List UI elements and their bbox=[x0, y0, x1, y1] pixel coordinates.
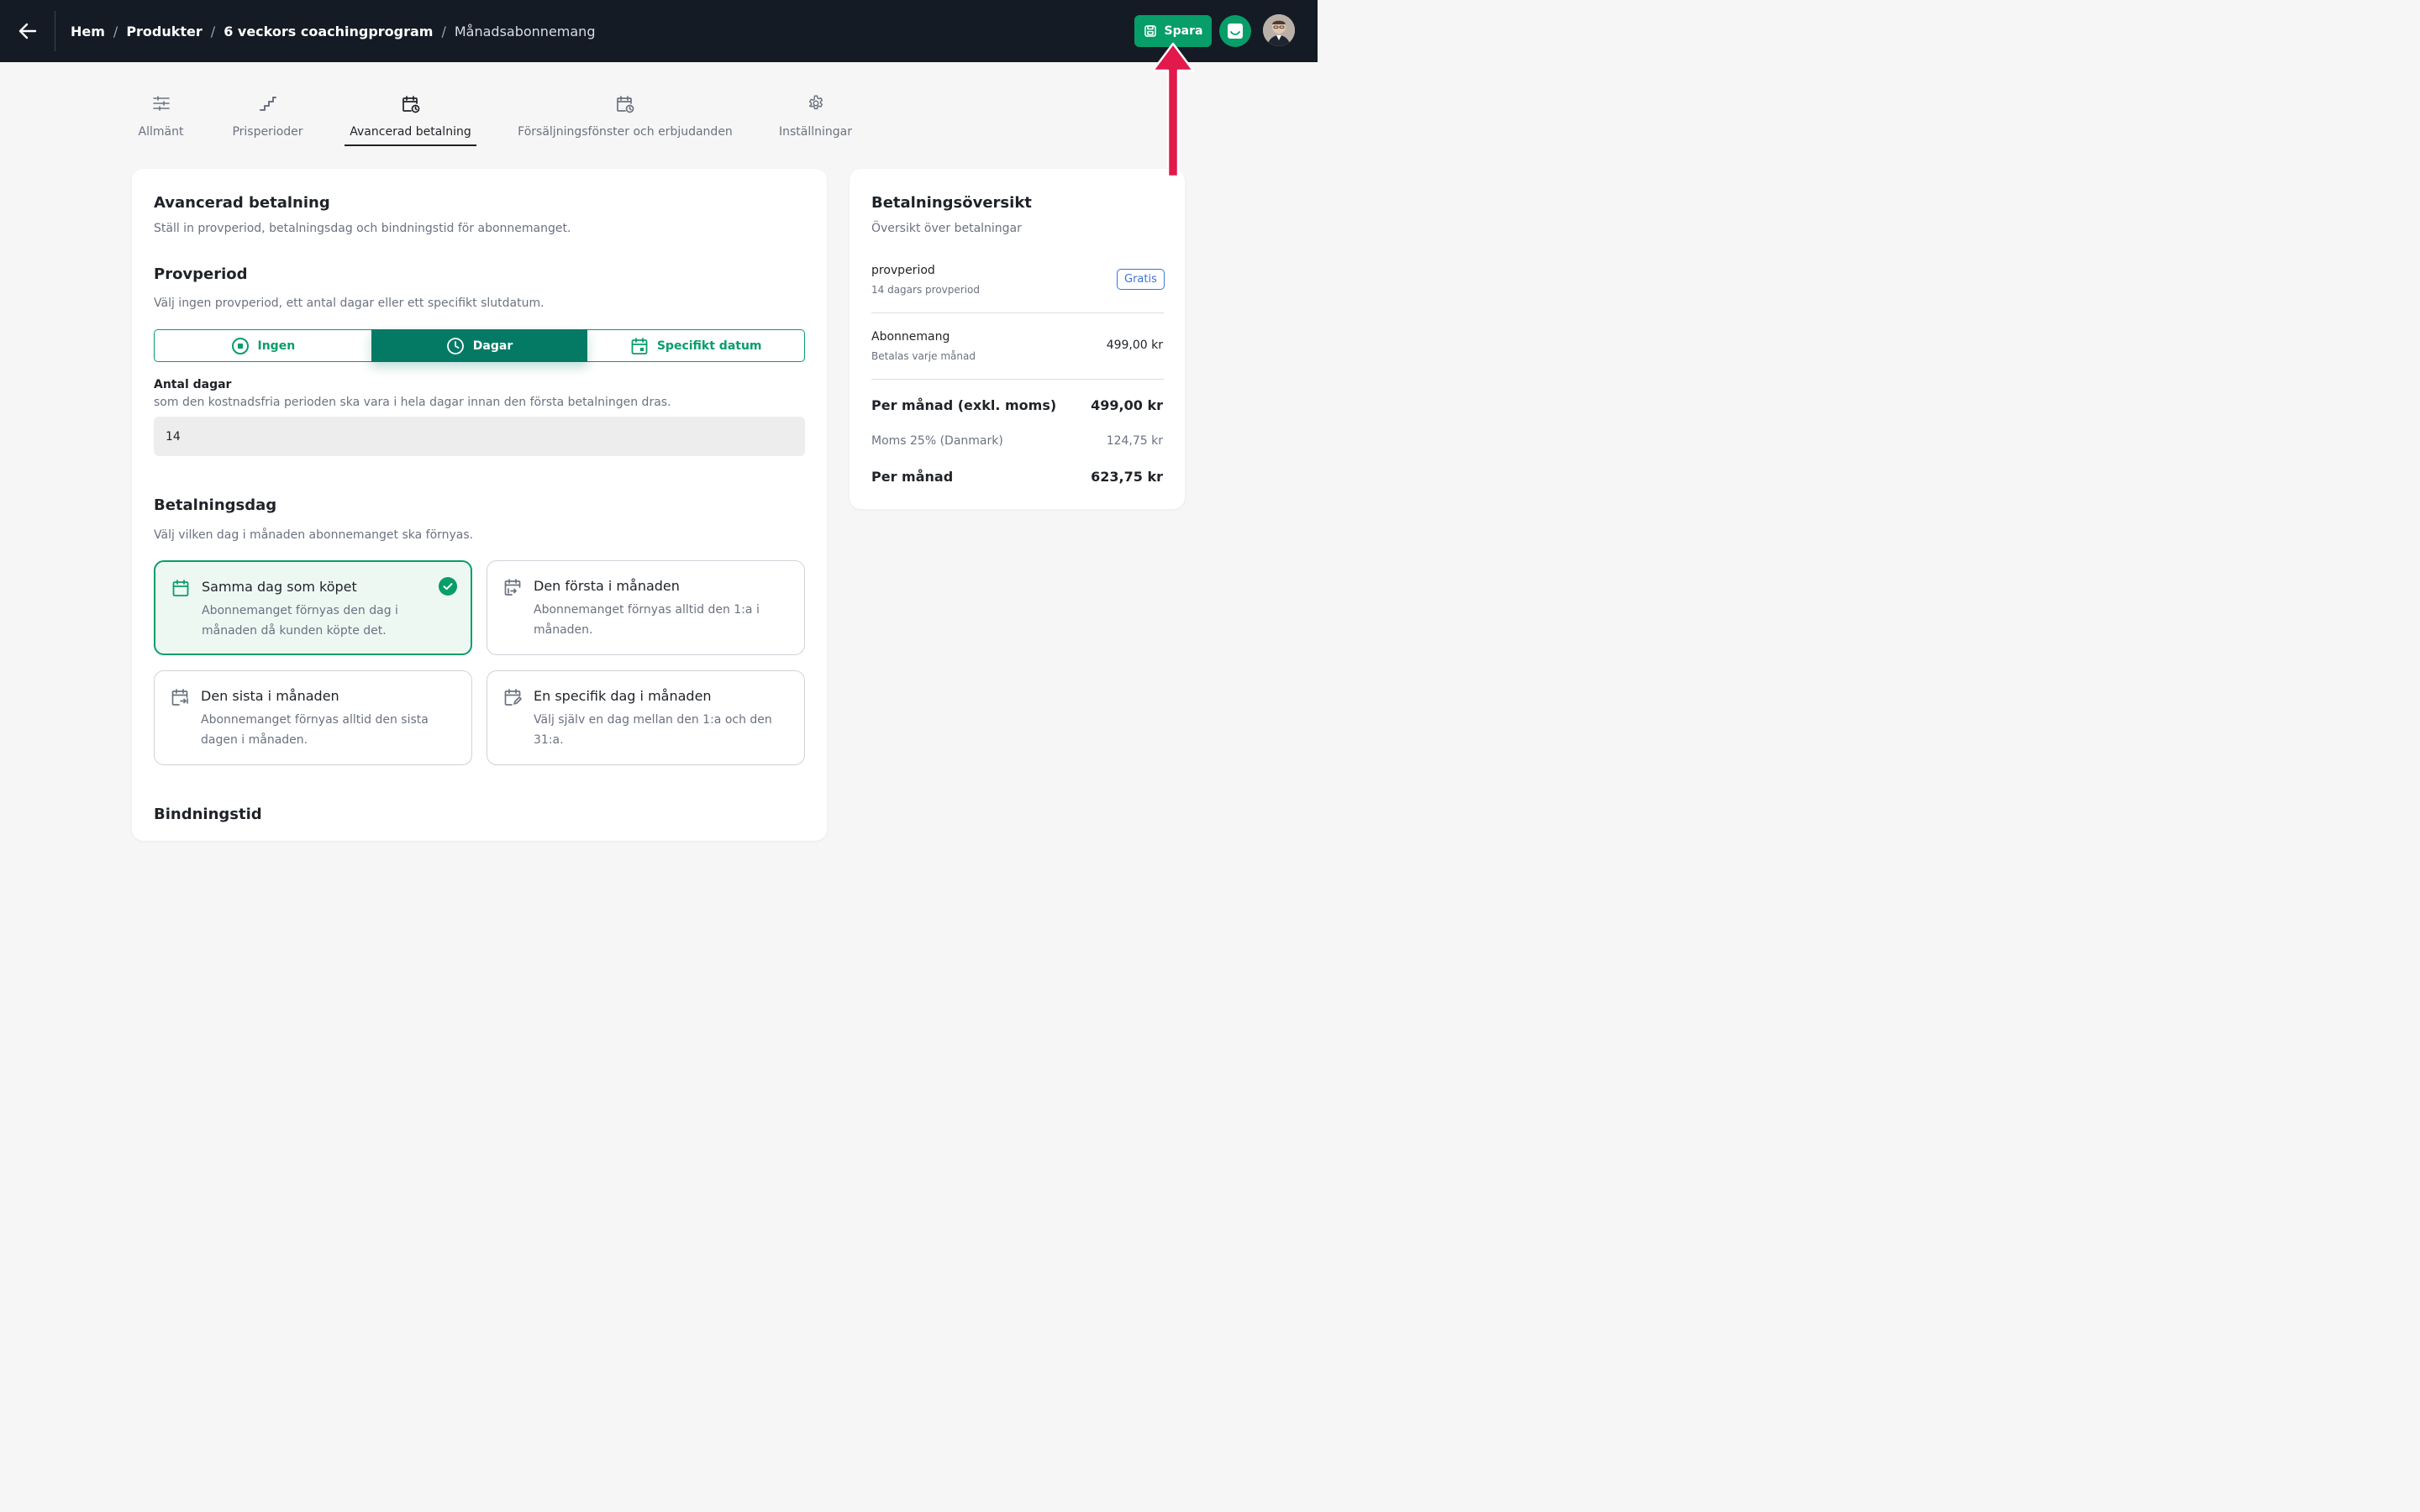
back-button[interactable] bbox=[13, 17, 42, 45]
advanced-payment-card: Avancerad betalning Ställ in provperiod,… bbox=[132, 169, 827, 841]
calendar-arrow-icon bbox=[504, 579, 521, 596]
check-circle-icon bbox=[439, 577, 457, 596]
breadcrumb-current: Månadsabonnemang bbox=[454, 23, 596, 39]
stop-circle-icon bbox=[231, 337, 249, 354]
vat-value: 124,75 kr bbox=[1106, 434, 1163, 448]
trial-row-title: provperiod bbox=[871, 264, 935, 277]
option-title: Den sista i månaden bbox=[201, 688, 339, 704]
trial-option-specific-date[interactable]: Specifikt datum bbox=[587, 330, 804, 361]
option-description: Välj själv en dag mellan den 1:a och den… bbox=[534, 713, 772, 747]
calendar-clock-icon bbox=[402, 96, 419, 113]
payday-title: Betalningsdag bbox=[154, 496, 277, 514]
tab-label: Prisperioder bbox=[232, 125, 303, 139]
tab-label: Allmänt bbox=[138, 125, 184, 139]
days-label: Antal dagar bbox=[154, 378, 232, 391]
breadcrumb-home[interactable]: Hem bbox=[71, 24, 105, 39]
breadcrumb-separator: / bbox=[113, 23, 118, 39]
arrow-left-icon bbox=[18, 23, 37, 39]
trial-option-label: Ingen bbox=[257, 339, 296, 353]
tab-label: Avancerad betalning bbox=[350, 125, 471, 139]
payday-option-last-of-month[interactable]: Den sista i månaden Abonnemanget förnyas… bbox=[154, 670, 472, 765]
breadcrumb-product[interactable]: 6 veckors coachingprogram bbox=[224, 24, 433, 39]
status-badge: Gratis bbox=[1117, 269, 1165, 290]
trial-option-label: Specifikt datum bbox=[656, 339, 762, 353]
trial-subtitle: Välj ingen provperiod, ett antal dagar e… bbox=[154, 297, 544, 310]
sliders-icon bbox=[152, 96, 170, 111]
payment-overview-card: Betalningsöversikt Översikt över betalni… bbox=[850, 169, 1185, 509]
per-month-excl-value: 499,00 kr bbox=[1091, 397, 1163, 413]
payday-option-first-of-month[interactable]: Den första i månaden Abonnemanget förnya… bbox=[487, 560, 805, 655]
tab-label: Inställningar bbox=[778, 125, 852, 139]
breadcrumb-separator: / bbox=[441, 23, 446, 39]
vat-label: Moms 25% (Danmark) bbox=[871, 434, 1003, 448]
subscription-row-subtitle: Betalas varje månad bbox=[871, 350, 976, 362]
option-title: En specifik dag i månaden bbox=[534, 688, 712, 704]
divider bbox=[871, 312, 1164, 313]
calendar-icon bbox=[172, 580, 189, 596]
calendar-arrow-icon bbox=[171, 689, 188, 706]
days-help: som den kostnadsfria perioden ska vara i… bbox=[154, 396, 671, 409]
breadcrumb-products[interactable]: Produkter bbox=[126, 24, 202, 39]
days-input[interactable] bbox=[154, 417, 805, 456]
breadcrumb-separator: / bbox=[210, 23, 216, 39]
option-description: Abonnemanget förnyas alltid den 1:a i må… bbox=[534, 603, 760, 637]
tab-settings[interactable]: Inställningar bbox=[774, 89, 857, 146]
binding-title: Bindningstid bbox=[154, 806, 262, 823]
per-month-total-value: 623,75 kr bbox=[1091, 469, 1163, 485]
avatar[interactable] bbox=[1263, 14, 1295, 46]
overview-subtitle: Översikt över betalningar bbox=[871, 222, 1022, 235]
trial-title: Provperiod bbox=[154, 265, 248, 283]
calendar-edit-icon bbox=[504, 689, 522, 706]
per-month-excl-label: Per månad (exkl. moms) bbox=[871, 397, 1057, 413]
option-title: Den första i månaden bbox=[534, 578, 680, 594]
section-subtitle: Ställ in provperiod, betalningsdag och b… bbox=[154, 222, 571, 235]
tab-general[interactable]: Allmänt bbox=[133, 89, 189, 146]
trial-option-label: Dagar bbox=[472, 339, 513, 353]
subscription-row-value: 499,00 kr bbox=[1106, 339, 1163, 352]
breadcrumb: Hem / Produkter / 6 veckors coachingprog… bbox=[71, 0, 595, 62]
trial-option-none[interactable]: Ingen bbox=[155, 330, 371, 361]
per-month-total-label: Per månad bbox=[871, 469, 954, 485]
inbox-icon bbox=[1228, 24, 1243, 39]
top-bar: Hem / Produkter / 6 veckors coachingprog… bbox=[0, 0, 1318, 62]
option-description: Abonnemanget förnyas alltid den sista da… bbox=[201, 713, 429, 747]
payday-option-same-day[interactable]: Samma dag som köpet Abonnemanget förnyas… bbox=[154, 560, 472, 655]
calendar-icon bbox=[631, 337, 648, 354]
divider bbox=[871, 379, 1164, 380]
overview-title: Betalningsöversikt bbox=[871, 194, 1032, 212]
tab-sales-windows[interactable]: Försäljningsfönster och erbjudanden bbox=[514, 89, 736, 146]
tab-price-periods[interactable]: Prisperioder bbox=[228, 89, 308, 146]
gear-icon bbox=[808, 95, 823, 110]
section-title: Avancerad betalning bbox=[154, 194, 330, 212]
trial-type-selector: Ingen Dagar Specifikt datum bbox=[154, 329, 805, 362]
save-label: Spara bbox=[1164, 24, 1203, 38]
payday-option-specific-day[interactable]: En specifik dag i månaden Välj själv en … bbox=[487, 670, 805, 765]
annotation-arrow bbox=[1151, 42, 1195, 178]
trial-option-days[interactable]: Dagar bbox=[371, 329, 588, 362]
calendar-clock-icon bbox=[617, 96, 634, 113]
option-description: Abonnemanget förnyas den dag i månaden d… bbox=[202, 604, 398, 638]
option-title: Samma dag som köpet bbox=[202, 579, 357, 595]
trial-row-subtitle: 14 dagars provperiod bbox=[871, 284, 980, 296]
tab-advanced-payment[interactable]: Avancerad betalning bbox=[345, 89, 476, 146]
user-photo bbox=[1263, 14, 1295, 46]
steps-icon bbox=[259, 97, 276, 111]
payday-subtitle: Välj vilken dag i månaden abonnemanget s… bbox=[154, 528, 474, 542]
clock-icon bbox=[446, 337, 464, 354]
chat-button[interactable] bbox=[1219, 15, 1251, 47]
save-icon bbox=[1144, 25, 1156, 37]
subscription-row-title: Abonnemang bbox=[871, 330, 950, 344]
tab-label: Försäljningsfönster och erbjudanden bbox=[518, 125, 733, 139]
